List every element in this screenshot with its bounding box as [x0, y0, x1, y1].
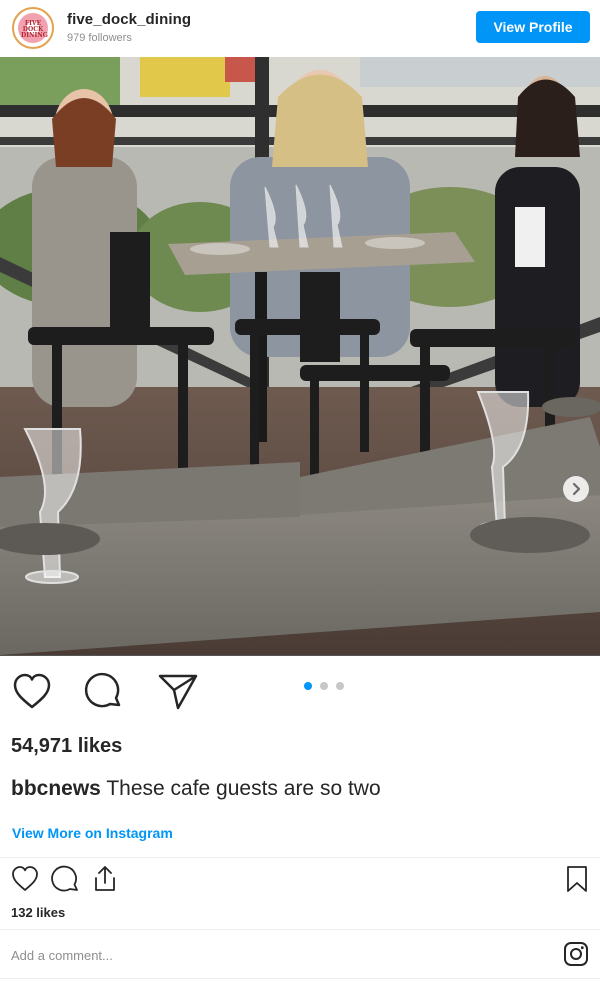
post-header: FIVE DOCK DINING five_dock_dining 979 foll… [0, 0, 600, 57]
embed-like-button[interactable] [10, 864, 40, 894]
chevron-right-icon [572, 482, 581, 496]
bookmark-button[interactable] [562, 864, 592, 894]
embed-share-button[interactable] [90, 864, 120, 894]
embed-actions [0, 864, 600, 896]
caption-username[interactable]: bbcnews [11, 777, 101, 800]
divider [0, 929, 600, 930]
embed-comment-button[interactable] [50, 864, 80, 894]
instagram-icon [564, 942, 588, 966]
carousel-dot [336, 682, 344, 690]
likes-count[interactable]: 54,971 likes [11, 735, 122, 758]
share-icon [95, 866, 115, 891]
instagram-link[interactable] [563, 941, 589, 967]
heart-icon [12, 866, 38, 891]
divider [0, 857, 600, 858]
post-image-illustration [0, 57, 600, 656]
carousel-dot [320, 682, 328, 690]
share-icon [158, 674, 198, 710]
avatar-logo-text: FIVE DOCK DINING [21, 20, 48, 39]
comment-button[interactable] [84, 672, 124, 712]
username[interactable]: five_dock_dining [67, 11, 191, 28]
share-button[interactable] [158, 672, 198, 712]
carousel-dot-active [304, 682, 312, 690]
divider [0, 978, 600, 979]
comment-input[interactable]: Add a comment... [11, 948, 113, 963]
view-more-link[interactable]: View More on Instagram [12, 825, 173, 841]
embed-likes-count[interactable]: 132 likes [11, 905, 65, 920]
avatar[interactable]: FIVE DOCK DINING [12, 7, 54, 49]
view-profile-button[interactable]: View Profile [476, 11, 590, 43]
next-slide-button[interactable] [563, 476, 589, 502]
post-actions [0, 666, 600, 710]
followers-count: 979 followers [67, 32, 132, 44]
bookmark-icon [567, 866, 587, 892]
heart-icon [13, 673, 51, 709]
post-image[interactable] [0, 57, 600, 656]
caption-text: These cafe guests are so two [106, 777, 381, 800]
like-button[interactable] [12, 672, 52, 712]
comment-icon [51, 865, 78, 892]
caption: bbcnews These cafe guests are so two [11, 777, 381, 801]
comment-icon [84, 672, 121, 708]
